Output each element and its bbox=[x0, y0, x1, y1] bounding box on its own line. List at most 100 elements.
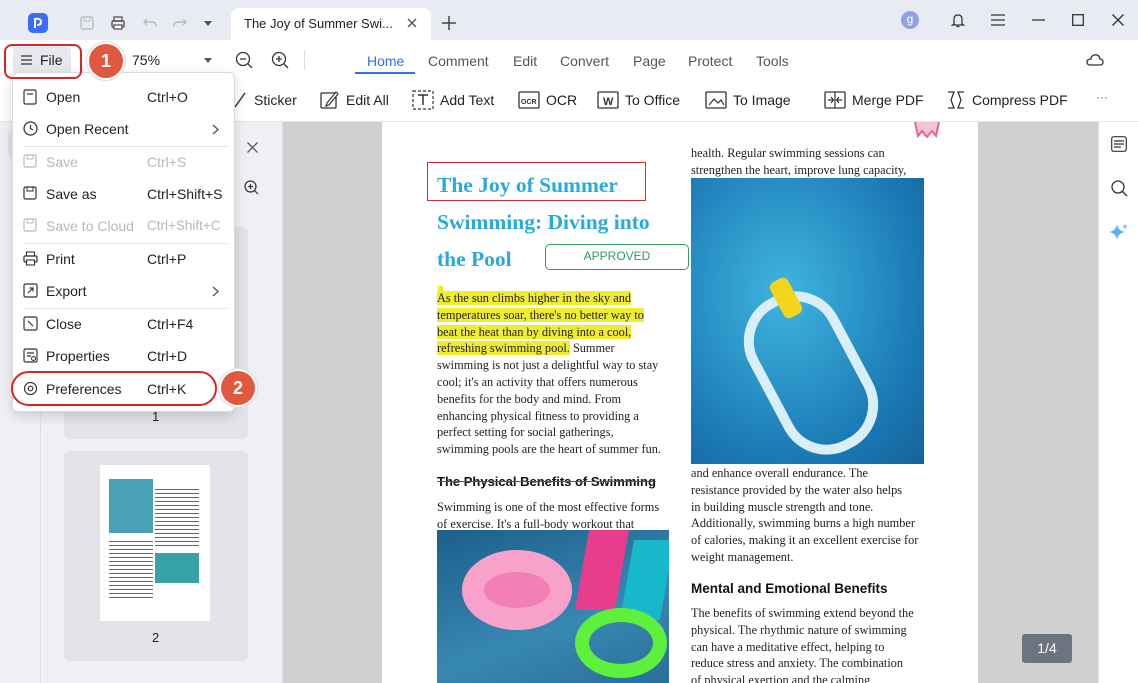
edit-all-label: Edit All bbox=[346, 92, 389, 108]
merge-pdf-tool[interactable]: Merge PDF bbox=[824, 90, 924, 110]
sticker-tool[interactable]: Sticker bbox=[232, 90, 297, 110]
menu-item-close[interactable]: Close Ctrl+F4 bbox=[13, 309, 236, 339]
app-logo-icon bbox=[28, 13, 48, 33]
menu-item-print[interactable]: Print Ctrl+P bbox=[13, 244, 236, 274]
tab-edit[interactable]: Edit bbox=[513, 53, 537, 69]
properties-icon bbox=[23, 348, 38, 363]
merge-pdf-icon bbox=[824, 91, 846, 109]
merge-pdf-label: Merge PDF bbox=[852, 92, 924, 108]
heading-mental-benefits: Mental and Emotional Benefits bbox=[691, 581, 888, 596]
flamingo-float-image[interactable] bbox=[437, 530, 669, 683]
properties-panel-icon[interactable] bbox=[1111, 136, 1127, 152]
zoom-out-icon[interactable] bbox=[235, 51, 253, 69]
user-avatar[interactable]: g bbox=[901, 11, 919, 29]
mental-benefits-paragraph: The benefits of swimming extend beyond t… bbox=[691, 606, 914, 683]
zoom-dropdown-icon[interactable] bbox=[204, 58, 212, 63]
menu-item-export[interactable]: Export bbox=[13, 276, 236, 306]
column-2-middle-text: and enhance overall endurance. The resis… bbox=[691, 466, 919, 564]
add-text-icon bbox=[412, 90, 434, 110]
ocr-tool[interactable]: OCR OCR bbox=[518, 90, 577, 110]
step-1-badge: 1 bbox=[89, 44, 123, 78]
chevron-right-icon bbox=[212, 286, 219, 297]
flamingo-float bbox=[462, 550, 572, 630]
clock-icon bbox=[23, 121, 38, 136]
tab-protect[interactable]: Protect bbox=[688, 53, 732, 69]
ai-sparkle-icon[interactable] bbox=[1109, 222, 1129, 242]
more-tools-button[interactable]: ··· bbox=[1096, 90, 1108, 104]
svg-text:OCR: OCR bbox=[521, 99, 537, 106]
file-menu: Open Ctrl+O Open Recent Save Ctrl+S Save… bbox=[12, 72, 235, 412]
ocr-label: OCR bbox=[546, 92, 578, 108]
open-icon bbox=[23, 89, 37, 105]
cloud-icon[interactable] bbox=[1085, 53, 1104, 66]
pool-swimmer-image[interactable] bbox=[691, 178, 924, 464]
close-window-icon[interactable] bbox=[1112, 14, 1124, 26]
minimize-icon[interactable] bbox=[1032, 19, 1045, 21]
menu-item-open[interactable]: Open Ctrl+O bbox=[13, 82, 236, 112]
zoom-in-icon[interactable] bbox=[271, 51, 289, 69]
print-icon[interactable] bbox=[110, 15, 126, 31]
print-icon bbox=[23, 251, 38, 266]
page-2-thumbnail[interactable]: 2 bbox=[64, 451, 248, 661]
export-icon bbox=[23, 283, 38, 298]
menu-item-save-to-cloud[interactable]: Save to Cloud Ctrl+Shift+C bbox=[13, 211, 236, 241]
page-2-preview-image-1 bbox=[109, 479, 153, 533]
search-icon[interactable] bbox=[1111, 180, 1128, 197]
compress-pdf-icon bbox=[948, 91, 964, 109]
page-2-label: 2 bbox=[152, 630, 160, 645]
tab-home[interactable]: Home bbox=[367, 53, 404, 69]
intro-paragraph: As the sun climbs higher in the sky and … bbox=[437, 291, 662, 457]
compress-pdf-tool[interactable]: Compress PDF bbox=[946, 90, 1068, 110]
redo-icon[interactable] bbox=[172, 16, 188, 30]
edit-all-tool[interactable]: Edit All bbox=[320, 90, 389, 110]
pdf-page[interactable]: The Joy of Summer Swimming: Diving into … bbox=[382, 122, 978, 683]
to-office-label: To Office bbox=[625, 92, 680, 108]
save-to-cloud-icon bbox=[23, 218, 37, 232]
save-icon[interactable] bbox=[80, 16, 94, 30]
page-2-preview bbox=[100, 465, 210, 621]
file-button-highlight bbox=[4, 44, 82, 79]
menu-item-save-as[interactable]: Save as Ctrl+Shift+S bbox=[13, 179, 236, 209]
undo-icon[interactable] bbox=[142, 16, 158, 30]
compress-pdf-label: Compress PDF bbox=[972, 92, 1068, 108]
add-text-tool[interactable]: Add Text bbox=[412, 90, 494, 110]
ocr-icon: OCR bbox=[518, 91, 540, 109]
heading-physical-benefits: The Physical Benefits of Swimming bbox=[437, 474, 656, 489]
zoom-value[interactable]: 75% bbox=[132, 52, 160, 68]
to-image-tool[interactable]: To Image bbox=[705, 90, 791, 110]
right-sidebar bbox=[1098, 122, 1138, 683]
pink-float bbox=[574, 530, 630, 610]
document-tab-title: The Joy of Summer Swi... bbox=[244, 16, 393, 31]
notification-bell-icon[interactable] bbox=[951, 13, 965, 28]
document-tab[interactable]: The Joy of Summer Swi... bbox=[231, 8, 431, 40]
title-bar bbox=[0, 0, 1138, 40]
tab-comment[interactable]: Comment bbox=[428, 53, 489, 69]
menu-item-properties[interactable]: Properties Ctrl+D bbox=[13, 341, 236, 371]
new-tab-icon[interactable] bbox=[442, 16, 456, 30]
active-tab-underline bbox=[355, 72, 415, 74]
tab-page[interactable]: Page bbox=[633, 53, 666, 69]
to-image-label: To Image bbox=[733, 92, 791, 108]
thumbnail-zoom-icon[interactable] bbox=[244, 180, 259, 195]
add-text-label: Add Text bbox=[440, 92, 495, 108]
to-office-tool[interactable]: W To Office bbox=[597, 90, 680, 110]
close-tab-icon[interactable] bbox=[407, 18, 417, 28]
chevron-right-icon bbox=[212, 124, 219, 135]
menu-item-save[interactable]: Save Ctrl+S bbox=[13, 147, 236, 177]
tab-tools[interactable]: Tools bbox=[756, 53, 789, 69]
green-ring bbox=[575, 608, 667, 678]
quick-access-dropdown-icon[interactable] bbox=[204, 21, 212, 26]
column-2-top-text: health. Regular swimming sessions can st… bbox=[691, 146, 907, 177]
save-as-icon bbox=[23, 186, 37, 200]
maximize-icon[interactable] bbox=[1072, 14, 1084, 26]
to-image-icon bbox=[705, 91, 727, 109]
menu-item-open-recent[interactable]: Open Recent bbox=[13, 114, 236, 144]
to-office-icon: W bbox=[597, 91, 619, 109]
approved-stamp[interactable]: APPROVED bbox=[545, 244, 689, 270]
title-annotation-box[interactable] bbox=[427, 162, 646, 201]
tab-convert[interactable]: Convert bbox=[560, 53, 609, 69]
page-indicator: 1/4 bbox=[1022, 634, 1072, 663]
close-panel-icon[interactable] bbox=[247, 142, 258, 153]
edit-all-icon bbox=[320, 91, 339, 109]
hamburger-menu-icon[interactable] bbox=[991, 14, 1005, 26]
